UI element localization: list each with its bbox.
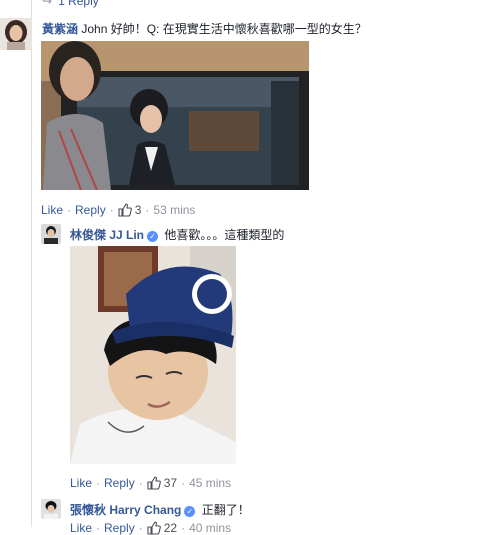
comment3-like-count[interactable]: 22 [164, 521, 177, 535]
separator-dot: · [109, 203, 114, 217]
comment2-photo[interactable] [70, 246, 236, 464]
comment2-actions: Like · Reply · 37 · 45 mins [70, 476, 231, 490]
separator-dot: · [138, 476, 143, 490]
separator-dot: · [181, 476, 186, 490]
separator-dot: · [138, 521, 143, 535]
comment1-actions: Like · Reply · 3 · 53 mins [41, 203, 195, 217]
avatar-comment2[interactable] [41, 224, 61, 244]
comment2-timestamp[interactable]: 45 mins [189, 476, 231, 490]
comment1-photo[interactable] [41, 41, 309, 190]
comment1-line: 黃紫涵 John 好帥！Q: 在現實生活中懷秋喜歡哪一型的女生？ [42, 20, 367, 37]
separator-dot: · [181, 521, 186, 535]
like-thumb-icon [147, 521, 161, 535]
like-thumb-icon [147, 476, 161, 490]
reply-arrow-icon: ↪ [42, 0, 53, 8]
separator-dot: · [145, 203, 150, 217]
avatar-comment1[interactable] [0, 18, 32, 50]
comment1-like-count[interactable]: 3 [135, 203, 142, 217]
separator-dot: · [67, 203, 72, 217]
separator-dot: · [96, 521, 101, 535]
comment3-like-button[interactable]: Like [70, 521, 92, 535]
comment1-text: John 好帥！Q: 在現實生活中懷秋喜歡哪一型的女生？ [81, 22, 367, 36]
comment3-line: 張懷秋 Harry Chang ✓ 正翻了！ [70, 501, 250, 518]
comment3-author[interactable]: 張懷秋 Harry Chang [70, 503, 181, 517]
comment2-text: 他喜歡。。。這種類型的 [164, 228, 285, 242]
thread-rail [31, 0, 32, 527]
separator-dot: · [96, 476, 101, 490]
comment1-author[interactable]: 黃紫涵 [42, 22, 78, 36]
comment3-timestamp[interactable]: 40 mins [189, 521, 231, 535]
comment1-timestamp[interactable]: 53 mins [153, 203, 195, 217]
avatar-comment3[interactable] [41, 499, 61, 519]
comment2-line: 林俊傑 JJ Lin ✓ 他喜歡。。。這種類型的 [70, 226, 284, 243]
comment2-author[interactable]: 林俊傑 JJ Lin [70, 228, 144, 242]
comment2-like-button[interactable]: Like [70, 476, 92, 490]
comment1-reply-button[interactable]: Reply [75, 203, 106, 217]
comment3-actions: Like · Reply · 22 · 40 mins [70, 521, 231, 535]
comment2-reply-button[interactable]: Reply [104, 476, 135, 490]
comment1-like-button[interactable]: Like [41, 203, 63, 217]
comment3-text: 正翻了！ [201, 503, 250, 517]
verified-badge-icon: ✓ [184, 506, 196, 517]
view-replies-label: 1 Reply [58, 0, 99, 8]
comment3-reply-button[interactable]: Reply [104, 521, 135, 535]
like-thumb-icon [118, 203, 132, 217]
comment2-like-count[interactable]: 37 [164, 476, 177, 490]
verified-badge-icon: ✓ [147, 231, 159, 242]
view-replies-link[interactable]: ↪ 1 Reply [42, 0, 99, 8]
